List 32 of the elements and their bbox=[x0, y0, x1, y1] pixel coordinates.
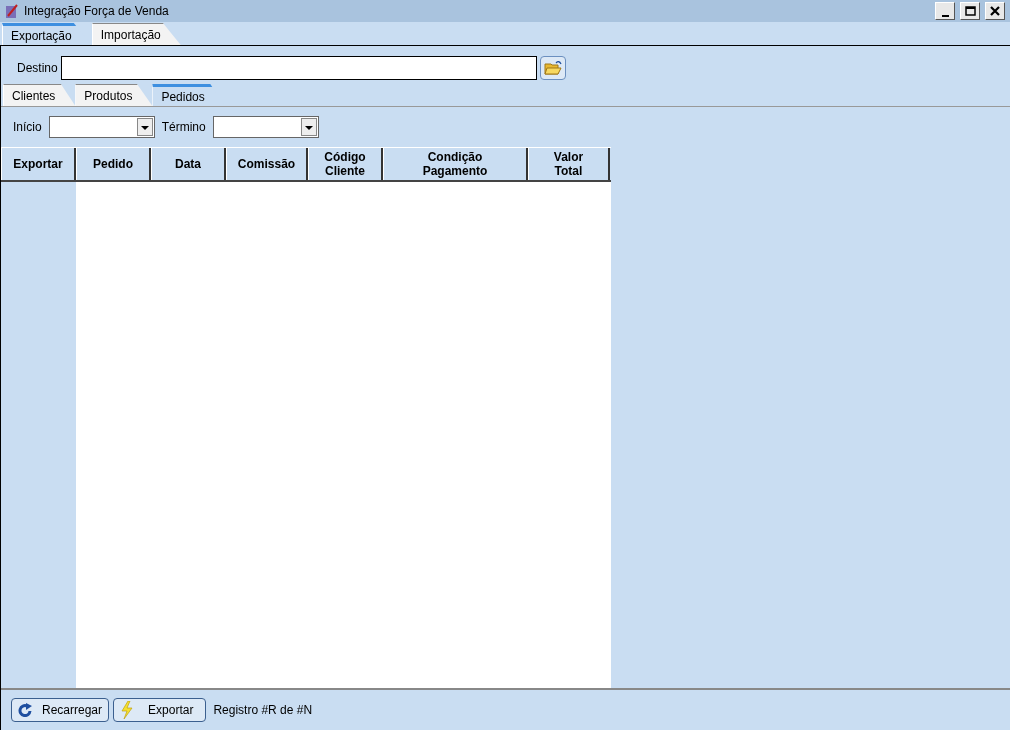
destination-field[interactable] bbox=[60, 56, 537, 80]
maximize-button[interactable] bbox=[960, 2, 980, 20]
minimize-button[interactable] bbox=[935, 2, 955, 20]
tab[interactable]: Importação bbox=[91, 23, 181, 45]
reload-icon bbox=[18, 703, 34, 717]
toolbar-button[interactable]: Recarregar bbox=[11, 698, 110, 722]
column-header[interactable]: Exportar bbox=[1, 148, 76, 180]
caret-icon bbox=[136, 118, 153, 136]
filter-label: Início bbox=[13, 119, 42, 136]
lightning-icon bbox=[120, 701, 135, 719]
date-dropdown[interactable] bbox=[48, 116, 155, 138]
toolbar-button[interactable]: Exportar bbox=[113, 698, 207, 722]
maximize-icon bbox=[962, 3, 978, 19]
folder-icon bbox=[543, 60, 562, 76]
column-header[interactable]: Valor Total bbox=[528, 148, 610, 180]
filter-label: Término bbox=[161, 119, 206, 136]
minimize-icon bbox=[941, 15, 949, 17]
column-header[interactable]: Código Cliente bbox=[308, 148, 383, 180]
column-header[interactable]: Condição Pagamento bbox=[383, 148, 528, 180]
date-dropdown[interactable] bbox=[212, 116, 319, 138]
app-icon bbox=[4, 3, 20, 19]
destino-label: Destino bbox=[17, 60, 58, 77]
tab[interactable]: Produtos bbox=[75, 84, 153, 106]
column-header[interactable]: Comissão bbox=[226, 148, 308, 180]
column-header[interactable]: Pedido bbox=[76, 148, 151, 180]
column-header[interactable]: Data bbox=[151, 148, 226, 180]
window-title: Integração Força de Venda bbox=[24, 3, 169, 20]
tab[interactable]: Clientes bbox=[3, 84, 76, 106]
caret-icon bbox=[300, 118, 317, 136]
record-status: Registro #R de #N bbox=[213, 702, 313, 719]
close-button[interactable] bbox=[985, 2, 1005, 20]
folder-button[interactable] bbox=[539, 56, 566, 80]
